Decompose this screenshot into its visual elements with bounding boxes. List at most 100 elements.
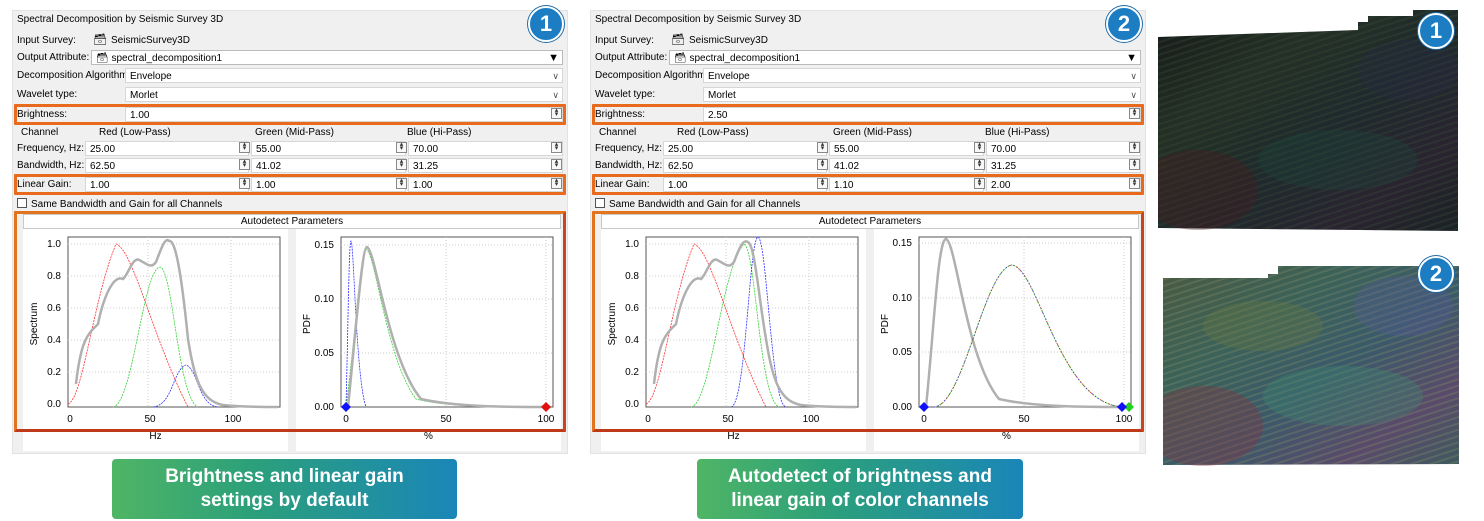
blue-header: Blue (Hi-Pass) — [985, 127, 1050, 138]
blue-frequency-input[interactable]: 70.00 — [408, 141, 563, 156]
red-bandwidth-spinner[interactable]: ▴ ▾ — [239, 158, 250, 170]
green-frequency-spinner[interactable]: ▴ ▾ — [974, 141, 985, 153]
red-header: Red (Low-Pass) — [677, 127, 749, 138]
autodetect-highlight — [592, 211, 1144, 432]
output-attribute-select[interactable]: 🗃 spectral_decomposition1 ▼ — [91, 50, 563, 65]
red-frequency-value: 25.00 — [668, 144, 694, 155]
blue-bandwidth-value: 31.25 — [413, 161, 439, 172]
blue-bandwidth-input[interactable]: 31.25 — [408, 158, 563, 173]
green-bandwidth-spinner[interactable]: ▴ ▾ — [974, 158, 985, 170]
green-bandwidth-value: 41.02 — [256, 161, 282, 172]
green-header: Green (Mid-Pass) — [255, 127, 334, 138]
green-frequency-input[interactable]: 55.00 — [251, 141, 406, 156]
panel-title: Spectral Decomposition by Seismic Survey… — [595, 14, 802, 25]
chevron-down-icon: ▼ — [548, 52, 559, 64]
spectral-decomposition-panel-1: Spectral Decomposition by Seismic Survey… — [12, 10, 568, 454]
blue-frequency-spinner[interactable]: ▴ ▾ — [551, 141, 562, 153]
red-frequency-spinner[interactable]: ▴ ▾ — [817, 141, 828, 153]
blue-header: Blue (Hi-Pass) — [407, 127, 472, 138]
frequency-label: Frequency, Hz: — [17, 143, 85, 154]
red-frequency-spinner[interactable]: ▴ ▾ — [239, 141, 250, 153]
pdf-xlabel: % — [424, 431, 433, 442]
wavelet-select[interactable]: Morlet ∨ — [703, 87, 1141, 102]
algorithm-label: Decomposition Algorithm: — [17, 70, 131, 81]
brightness-highlight — [14, 104, 566, 125]
blue-frequency-value: 70.00 — [413, 144, 439, 155]
algorithm-select[interactable]: Envelope ∨ — [125, 68, 563, 83]
red-frequency-input[interactable]: 25.00 — [663, 141, 827, 156]
spectrum-xlabel: Hz — [149, 431, 162, 442]
autodetect-highlight — [14, 211, 566, 432]
checkbox-box[interactable] — [595, 198, 605, 208]
attribute-icon: 🗃 — [96, 53, 109, 64]
blue-frequency-input[interactable]: 70.00 — [986, 141, 1141, 156]
survey-icon: 🗃 — [671, 34, 685, 46]
channel-header: Channel — [599, 127, 637, 138]
red-bandwidth-input[interactable]: 62.50 — [85, 158, 249, 173]
wavelet-label: Wavelet type: — [17, 89, 78, 100]
output-attribute-select[interactable]: 🗃 spectral_decomposition1 ▼ — [669, 50, 1141, 65]
spectrum-xlabel: Hz — [727, 431, 740, 442]
seismic-image-autodetect — [1163, 266, 1459, 466]
chevron-down-icon: ∨ — [1130, 90, 1137, 100]
survey-icon: 🗃 — [93, 34, 107, 46]
green-bandwidth-value: 41.02 — [834, 161, 860, 172]
wavelet-value: Morlet — [708, 90, 736, 101]
input-survey-value: SeismicSurvey3D — [689, 35, 768, 46]
caption-banner-2: Autodetect of brightness and linear gain… — [697, 459, 1023, 519]
output-attribute-row[interactable]: Output Attribute: 🗃 spectral_decompositi… — [593, 50, 1143, 65]
green-bandwidth-input[interactable]: 41.02 — [251, 158, 406, 173]
green-frequency-value: 55.00 — [834, 144, 860, 155]
same-bandwidth-label: Same Bandwidth and Gain for all Channels — [609, 199, 801, 210]
spectral-decomposition-panel-2: Spectral Decomposition by Seismic Survey… — [590, 10, 1146, 454]
green-bandwidth-input[interactable]: 41.02 — [829, 158, 984, 173]
step-1-badge: 1 — [528, 6, 564, 42]
blue-bandwidth-spinner[interactable]: ▴ ▾ — [1129, 158, 1140, 170]
chevron-down-icon: ∨ — [1130, 71, 1137, 81]
wavelet-select[interactable]: Morlet ∨ — [125, 87, 563, 102]
red-bandwidth-spinner[interactable]: ▴ ▾ — [817, 158, 828, 170]
algorithm-label: Decomposition Algorithm: — [595, 70, 709, 81]
channel-header: Channel — [21, 127, 59, 138]
caption-line-2: settings by default — [200, 490, 369, 511]
frequency-label: Frequency, Hz: — [595, 143, 663, 154]
green-frequency-input[interactable]: 55.00 — [829, 141, 984, 156]
bandwidth-row: Bandwidth, Hz: 62.50 ▴ ▾ 41.02 ▴ ▾ 31.25 ▴… — [593, 158, 1143, 173]
green-bandwidth-spinner[interactable]: ▴ ▾ — [396, 158, 407, 170]
red-bandwidth-value: 62.50 — [668, 161, 694, 172]
red-bandwidth-input[interactable]: 62.50 — [663, 158, 827, 173]
wavelet-row[interactable]: Wavelet type: Morlet ∨ — [593, 87, 1143, 102]
wavelet-value: Morlet — [130, 90, 158, 101]
red-frequency-value: 25.00 — [90, 144, 116, 155]
blue-frequency-spinner[interactable]: ▴ ▾ — [1129, 141, 1140, 153]
checkbox-box[interactable] — [17, 198, 27, 208]
green-frequency-spinner[interactable]: ▴ ▾ — [396, 141, 407, 153]
blue-frequency-value: 70.00 — [991, 144, 1017, 155]
linear-gain-highlight — [14, 174, 566, 195]
output-attribute-label: Output Attribute: — [17, 52, 90, 63]
blue-bandwidth-input[interactable]: 31.25 — [986, 158, 1141, 173]
algorithm-row[interactable]: Decomposition Algorithm: Envelope ∨ — [593, 68, 1143, 83]
step-2-badge: 2 — [1106, 6, 1142, 42]
same-bandwidth-checkbox[interactable]: Same Bandwidth and Gain for all Channels — [17, 198, 222, 211]
same-bandwidth-label: Same Bandwidth and Gain for all Channels — [31, 199, 223, 210]
bandwidth-label: Bandwidth, Hz: — [17, 160, 85, 171]
algorithm-row[interactable]: Decomposition Algorithm: Envelope ∨ — [15, 68, 565, 83]
red-header: Red (Low-Pass) — [99, 127, 171, 138]
output-attribute-row[interactable]: Output Attribute: 🗃 spectral_decompositi… — [15, 50, 565, 65]
seismic-image-default — [1158, 10, 1458, 231]
green-header: Green (Mid-Pass) — [833, 127, 912, 138]
same-bandwidth-checkbox[interactable]: Same Bandwidth and Gain for all Channels — [595, 198, 800, 211]
caption-line-2: linear gain of color channels — [731, 490, 989, 511]
input-survey-value: SeismicSurvey3D — [111, 35, 190, 46]
algorithm-select[interactable]: Envelope ∨ — [703, 68, 1141, 83]
caption-banner-1: Brightness and linear gain settings by d… — [112, 459, 457, 519]
pdf-xlabel: % — [1002, 431, 1011, 442]
output-attribute-label: Output Attribute: — [595, 52, 668, 63]
blue-bandwidth-spinner[interactable]: ▴ ▾ — [551, 158, 562, 170]
bandwidth-label: Bandwidth, Hz: — [595, 160, 663, 171]
image-badge-1: 1 — [1418, 13, 1454, 49]
red-frequency-input[interactable]: 25.00 — [85, 141, 249, 156]
chevron-down-icon: ∨ — [552, 71, 559, 81]
wavelet-row[interactable]: Wavelet type: Morlet ∨ — [15, 87, 565, 102]
